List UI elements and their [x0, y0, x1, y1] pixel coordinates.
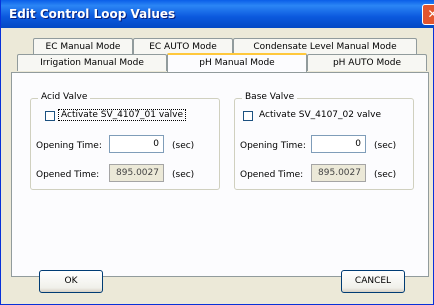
window-title: Edit Control Loop Values: [9, 7, 176, 21]
tab-ph-manual-mode[interactable]: pH Manual Mode: [167, 53, 307, 72]
tab-ph-auto-mode[interactable]: pH AUTO Mode: [307, 54, 427, 71]
acid-opening-time-label: Opening Time:: [36, 141, 102, 151]
base-opened-time-unit: (sec): [374, 170, 397, 180]
close-icon: ✕: [427, 7, 434, 21]
title-bar[interactable]: Edit Control Loop Values: [1, 0, 434, 28]
ok-button[interactable]: OK: [39, 270, 103, 293]
base-opening-time-unit: (sec): [374, 141, 397, 151]
acid-opened-time-field: 895.0027: [109, 164, 164, 182]
acid-opened-time-unit: (sec): [172, 170, 195, 180]
tab-strip: EC Manual Mode EC AUTO Mode Condensate L…: [7, 38, 431, 72]
base-opened-time-field: 895.0027: [311, 164, 366, 182]
acid-opening-time-input[interactable]: 0: [109, 135, 164, 153]
base-valve-group: Base Valve Activate SV_4107_02 valve Ope…: [234, 92, 414, 190]
base-opening-time-label: Opening Time:: [240, 141, 306, 151]
tab-panel-ph-manual: Acid Valve Activate SV_4107_01 valve Ope…: [11, 72, 429, 277]
acid-valve-group: Acid Valve Activate SV_4107_01 valve Ope…: [30, 92, 220, 190]
base-opened-time-label: Opened Time:: [240, 170, 304, 180]
acid-opening-time-unit: (sec): [172, 141, 195, 151]
base-valve-group-title: Base Valve: [242, 92, 298, 102]
base-opening-time-input[interactable]: 0: [311, 135, 366, 153]
cancel-button[interactable]: CANCEL: [341, 270, 405, 293]
dialog-window: Edit Control Loop Values ✕ EC Manual Mod…: [0, 0, 434, 305]
close-button[interactable]: ✕: [422, 4, 434, 25]
base-activate-label[interactable]: Activate SV_4107_02 valve: [257, 110, 383, 120]
acid-valve-group-title: Acid Valve: [38, 92, 91, 102]
tab-irrigation-manual-mode[interactable]: Irrigation Manual Mode: [17, 54, 167, 71]
acid-activate-label[interactable]: Activate SV_4107_01 valve: [57, 109, 187, 121]
acid-opened-time-label: Opened Time:: [36, 170, 100, 180]
base-activate-checkbox[interactable]: [243, 111, 253, 121]
tab-ec-manual-mode[interactable]: EC Manual Mode: [33, 38, 133, 55]
acid-activate-checkbox[interactable]: [45, 111, 55, 121]
